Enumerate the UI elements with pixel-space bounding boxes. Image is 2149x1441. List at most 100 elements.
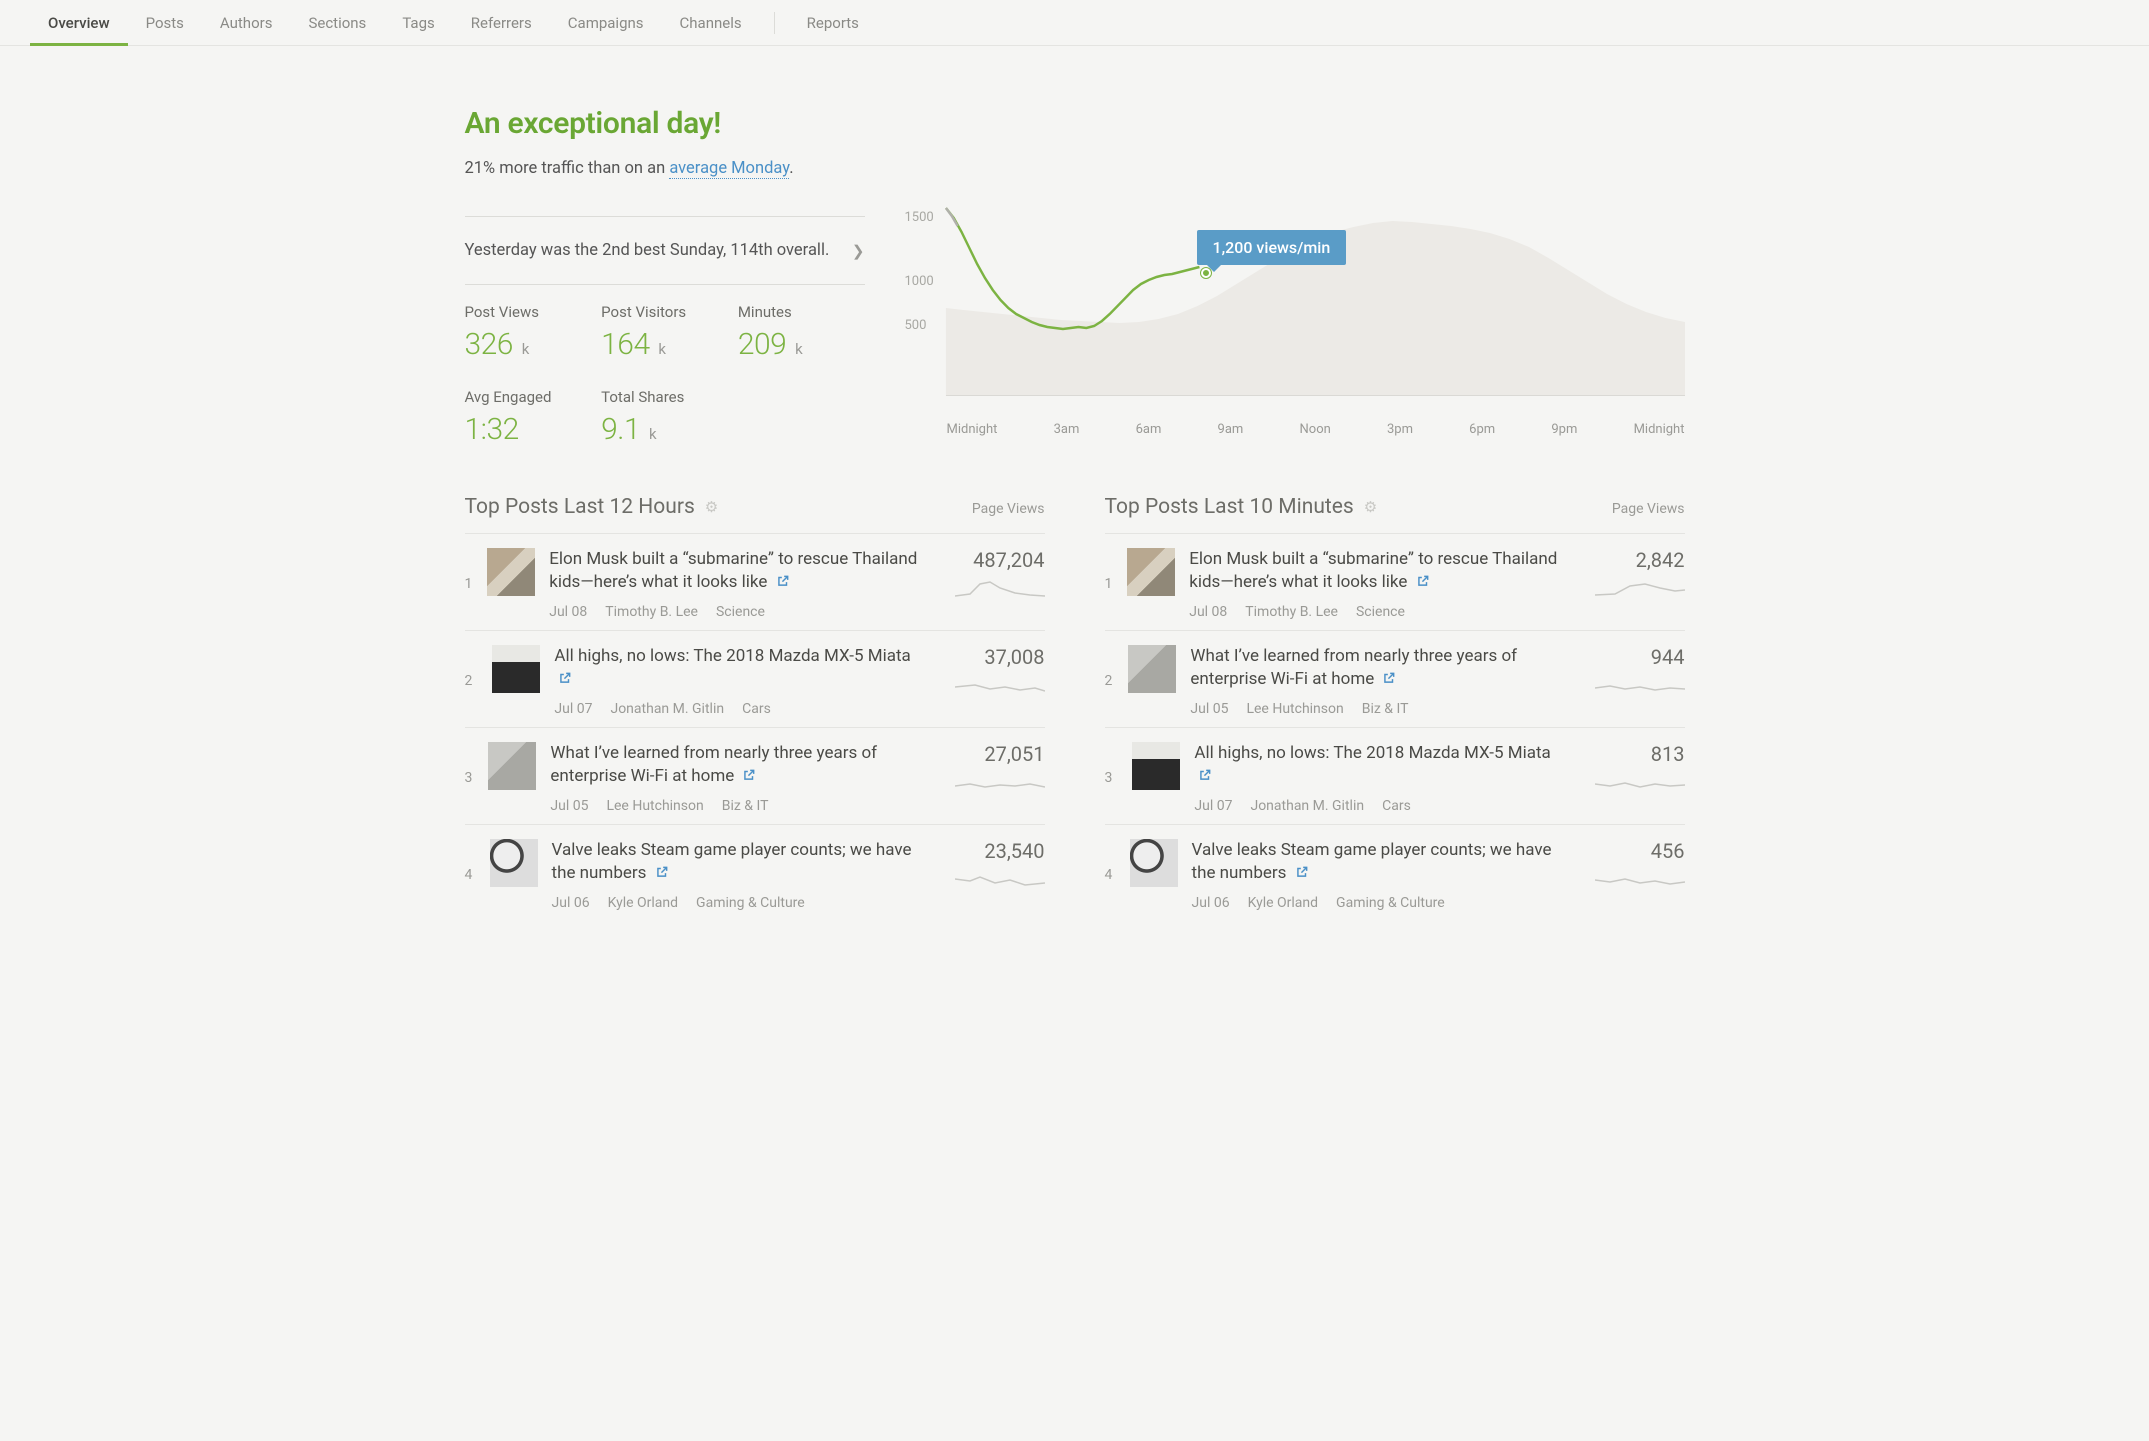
post-row[interactable]: 1 Elon Musk built a “submarine” to rescu… (465, 533, 1045, 630)
post-title: Elon Musk built a “submarine” to rescue … (549, 549, 917, 592)
post-title: All highs, no lows: The 2018 Mazda MX-5 … (1194, 743, 1550, 763)
stat-unit: k (795, 340, 802, 358)
x-tick: Noon (1300, 422, 1331, 437)
post-rank: 2 (1105, 673, 1115, 689)
x-tick: 3pm (1387, 422, 1413, 437)
post-title: Valve leaks Steam game player counts; we… (552, 840, 912, 883)
post-rank: 4 (465, 867, 476, 883)
post-author: Timothy B. Lee (605, 604, 698, 620)
post-row[interactable]: 1 Elon Musk built a “submarine” to rescu… (1105, 533, 1685, 630)
external-link-icon[interactable] (1416, 572, 1430, 586)
post-rank: 3 (465, 770, 475, 786)
sparkline (945, 871, 1045, 889)
tab-sections[interactable]: Sections (290, 0, 384, 46)
post-section: Science (716, 604, 765, 620)
post-date: Jul 05 (550, 798, 588, 814)
sparkline (1585, 580, 1685, 598)
post-views: 456 (1585, 839, 1685, 863)
post-author: Lee Hutchinson (606, 798, 703, 814)
top-posts-12h: Top Posts Last 12 Hours ⚙ Page Views 1 E… (465, 495, 1045, 921)
gear-icon[interactable]: ⚙ (1364, 498, 1377, 516)
tab-channels[interactable]: Channels (662, 0, 760, 46)
sub-headline: 21% more traffic than on an average Mond… (465, 159, 1685, 178)
post-date: Jul 06 (552, 895, 590, 911)
stat-label: Post Visitors (601, 303, 728, 321)
nav-separator (774, 12, 775, 34)
external-link-icon[interactable] (1198, 766, 1212, 780)
sparkline (1585, 774, 1685, 792)
stat-minutes: Minutes 209 k (738, 303, 865, 362)
post-rank: 4 (1105, 867, 1116, 883)
subhead-suffix: . (789, 159, 793, 178)
stat-label: Avg Engaged (465, 388, 592, 406)
post-rank: 1 (1105, 576, 1114, 592)
external-link-icon[interactable] (776, 572, 790, 586)
x-axis: Midnight 3am 6am 9am Noon 3pm 6pm 9pm Mi… (905, 422, 1685, 437)
stat-avg-engaged: Avg Engaged 1:32 (465, 388, 592, 447)
post-title: What I’ve learned from nearly three year… (1190, 646, 1517, 689)
external-link-icon[interactable] (655, 863, 669, 877)
post-thumbnail (1128, 645, 1176, 693)
post-author: Kyle Orland (608, 895, 678, 911)
yesterday-row[interactable]: Yesterday was the 2nd best Sunday, 114th… (465, 227, 865, 274)
section-metric: Page Views (1612, 501, 1685, 517)
post-title: Valve leaks Steam game player counts; we… (1192, 840, 1552, 883)
post-thumbnail (1132, 742, 1180, 790)
tab-referrers[interactable]: Referrers (453, 0, 550, 46)
divider (465, 284, 865, 285)
post-date: Jul 06 (1192, 895, 1230, 911)
post-row[interactable]: 4 Valve leaks Steam game player counts; … (1105, 824, 1685, 921)
external-link-icon[interactable] (742, 766, 756, 780)
stat-value: 209 (738, 327, 786, 362)
post-thumbnail (488, 742, 536, 790)
stat-label: Minutes (738, 303, 865, 321)
post-rank: 2 (465, 673, 479, 689)
post-row[interactable]: 3 What I’ve learned from nearly three ye… (465, 727, 1045, 824)
x-tick: 3am (1054, 422, 1080, 437)
tab-authors[interactable]: Authors (202, 0, 291, 46)
top-posts-row: Top Posts Last 12 Hours ⚙ Page Views 1 E… (465, 495, 1685, 921)
stats-grid: Post Views 326 k Post Visitors 164 k Min… (465, 303, 865, 447)
post-views: 2,842 (1585, 548, 1685, 572)
tab-reports[interactable]: Reports (789, 0, 877, 46)
post-views: 487,204 (945, 548, 1045, 572)
post-author: Jonathan M. Gitlin (610, 701, 724, 717)
post-title: Elon Musk built a “submarine” to rescue … (1189, 549, 1557, 592)
external-link-icon[interactable] (558, 669, 572, 683)
post-row[interactable]: 4 Valve leaks Steam game player counts; … (465, 824, 1045, 921)
stat-post-visitors: Post Visitors 164 k (601, 303, 728, 362)
x-tick: Midnight (1634, 422, 1685, 437)
tab-posts[interactable]: Posts (128, 0, 202, 46)
sparkline (945, 580, 1045, 598)
y-tick: 500 (905, 318, 927, 333)
post-section: Gaming & Culture (1336, 895, 1445, 911)
subhead-prefix: 21% more traffic than on an (465, 159, 670, 178)
post-row[interactable]: 2 All highs, no lows: The 2018 Mazda MX-… (465, 630, 1045, 727)
external-link-icon[interactable] (1295, 863, 1309, 877)
post-rank: 1 (465, 576, 474, 592)
x-tick: 9pm (1551, 422, 1577, 437)
tab-overview[interactable]: Overview (30, 0, 128, 46)
chart-tooltip: 1,200 views/min (1197, 230, 1347, 265)
stat-unit: k (522, 340, 529, 358)
post-section: Science (1356, 604, 1405, 620)
section-metric: Page Views (972, 501, 1045, 517)
post-rank: 3 (1105, 770, 1119, 786)
post-row[interactable]: 3 All highs, no lows: The 2018 Mazda MX-… (1105, 727, 1685, 824)
post-section: Gaming & Culture (696, 895, 805, 911)
gear-icon[interactable]: ⚙ (705, 498, 718, 516)
tab-campaigns[interactable]: Campaigns (550, 0, 662, 46)
stat-unit: k (649, 425, 656, 443)
tab-tags[interactable]: Tags (384, 0, 452, 46)
post-section: Biz & IT (1362, 701, 1409, 717)
post-thumbnail (1127, 548, 1175, 596)
external-link-icon[interactable] (1382, 669, 1396, 683)
post-thumbnail (490, 839, 538, 887)
post-row[interactable]: 2 What I’ve learned from nearly three ye… (1105, 630, 1685, 727)
x-tick: Midnight (947, 422, 998, 437)
stat-value: 326 (465, 327, 513, 362)
stat-label: Total Shares (601, 388, 728, 406)
views-chart[interactable]: 1500 1000 500 1,200 views/min (905, 206, 1685, 416)
avg-day-link[interactable]: average Monday (669, 159, 789, 179)
stat-value: 164 (601, 327, 649, 362)
